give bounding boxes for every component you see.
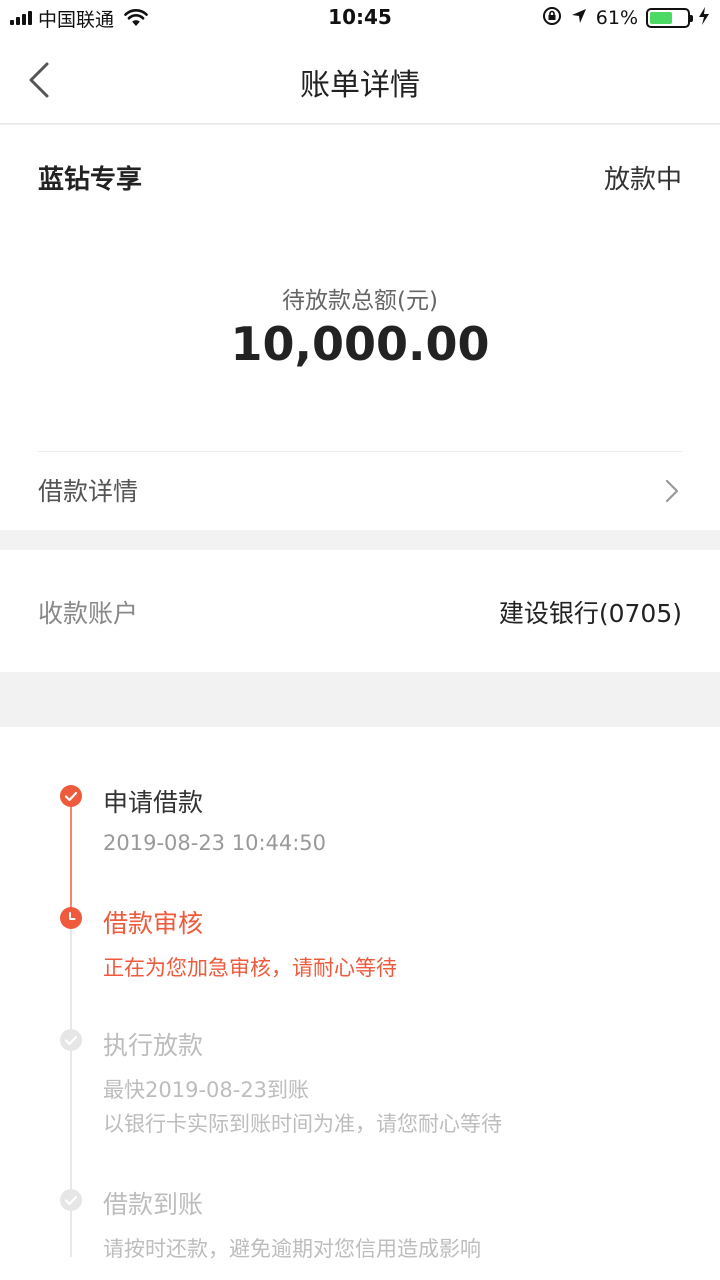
nav-bar: 账单详情 <box>0 36 720 124</box>
step-title: 申请借款 <box>103 788 204 817</box>
location-icon <box>570 7 588 29</box>
receiving-account-row: 收款账户 建设银行(0705) <box>0 550 720 672</box>
page-title: 账单详情 <box>300 68 420 103</box>
amount-label: 待放款总额(元) <box>282 288 438 314</box>
status-right: 61% <box>542 6 710 30</box>
timeline-line-active <box>70 797 72 917</box>
amount-value: 10,000.00 <box>230 317 490 371</box>
step-title: 执行放款 <box>103 1031 204 1060</box>
check-circle-icon <box>60 1189 82 1211</box>
chevron-right-icon <box>665 479 679 503</box>
step-detail: 2019-08-23 10:44:50 <box>103 831 327 855</box>
loan-status: 放款中 <box>603 165 682 195</box>
battery-fill <box>650 12 672 24</box>
step-title: 借款到账 <box>103 1190 204 1219</box>
battery-icon <box>646 8 693 28</box>
check-circle-icon <box>60 785 82 807</box>
clock-circle-icon <box>60 907 82 929</box>
orientation-lock-icon <box>542 6 562 30</box>
step-detail: 以银行卡实际到账时间为准，请您耐心等待 <box>103 1112 502 1136</box>
step-title: 借款审核 <box>103 909 204 938</box>
status-bar: 中国联通 10:45 61% <box>0 0 720 36</box>
step-detail: 正在为您加急审核，请耐心等待 <box>103 956 397 980</box>
account-label: 收款账户 <box>38 599 139 628</box>
account-value: 建设银行(0705) <box>498 599 682 628</box>
battery-percent: 61% <box>595 7 638 29</box>
bill-summary-card: 蓝钻专享 放款中 待放款总额(元) 10,000.00 借款详情 <box>0 125 720 530</box>
loan-detail-row[interactable]: 借款详情 <box>0 452 720 530</box>
charging-icon <box>698 6 710 30</box>
loan-detail-label: 借款详情 <box>38 477 139 506</box>
progress-timeline: 申请借款 2019-08-23 10:44:50 借款审核 正在为您加急审核，请… <box>0 727 720 1280</box>
product-name: 蓝钻专享 <box>38 165 143 195</box>
step-detail: 请按时还款，避免逾期对您信用造成影响 <box>103 1237 481 1261</box>
check-circle-icon <box>60 1029 82 1051</box>
step-detail: 最快2019-08-23到账 <box>103 1078 310 1102</box>
